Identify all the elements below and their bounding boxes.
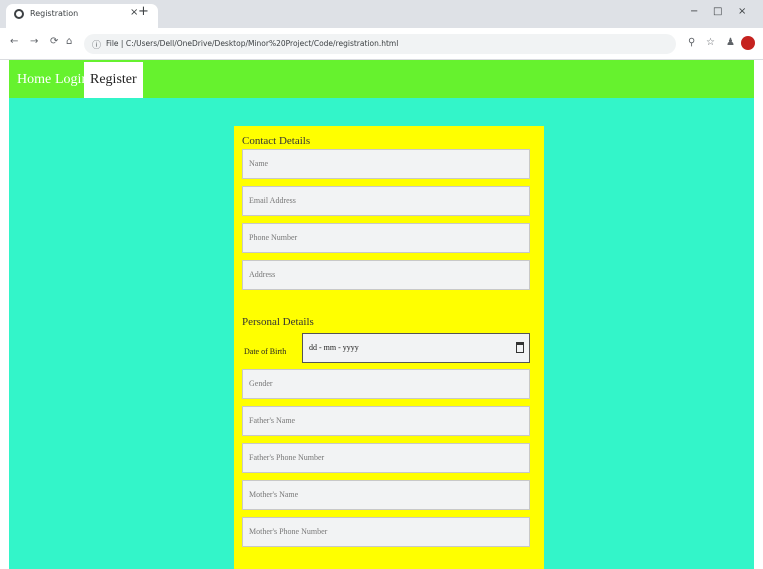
father-name-placeholder: Father's Name (249, 416, 296, 425)
browser-tab[interactable]: Registration × (6, 4, 158, 28)
extensions-icon[interactable]: ♟ (726, 37, 735, 48)
phone-input[interactable]: Phone Number (242, 223, 530, 253)
phone-placeholder: Phone Number (249, 233, 298, 242)
reload-icon[interactable]: ⟳ (50, 36, 58, 47)
page-body: Home Login Register Contact Details Name… (9, 60, 754, 569)
profile-avatar[interactable] (741, 36, 755, 50)
close-window-button[interactable]: × (738, 6, 746, 17)
address-placeholder: Address (249, 270, 276, 279)
url-text: File | C:/Users/Dell/OneDrive/Desktop/Mi… (106, 39, 399, 48)
dob-placeholder: dd - mm - yyyy (309, 343, 359, 352)
browser-toolbar: ← → ⟳ ⌂ ⓘ File | C:/Users/Dell/OneDrive/… (0, 28, 763, 60)
forward-arrow-icon[interactable]: → (30, 36, 38, 47)
email-placeholder: Email Address (249, 196, 296, 205)
page-viewport: Home Login Register Contact Details Name… (0, 60, 763, 569)
father-name-input[interactable]: Father's Name (242, 406, 530, 436)
file-info-icon: ⓘ (92, 41, 102, 51)
father-phone-input[interactable]: Father's Phone Number (242, 443, 530, 473)
nav-home-link[interactable]: Home (17, 72, 51, 88)
name-placeholder: Name (249, 159, 269, 168)
calendar-icon[interactable] (516, 342, 524, 353)
browser-tabstrip: Registration × + − □ × (0, 0, 763, 28)
new-tab-button[interactable]: + (138, 5, 149, 19)
mother-phone-input[interactable]: Mother's Phone Number (242, 517, 530, 547)
email-input[interactable]: Email Address (242, 186, 530, 216)
home-icon[interactable]: ⌂ (66, 36, 72, 47)
mother-name-placeholder: Mother's Name (249, 490, 299, 499)
minimize-button[interactable]: − (690, 6, 698, 17)
mother-name-input[interactable]: Mother's Name (242, 480, 530, 510)
mother-phone-placeholder: Mother's Phone Number (249, 527, 328, 536)
nav-register-link[interactable]: Register (84, 62, 143, 98)
address-input[interactable]: Address (242, 260, 530, 290)
gender-placeholder: Gender (249, 379, 273, 388)
back-arrow-icon[interactable]: ← (10, 36, 18, 47)
site-navbar: Home Login Register (9, 60, 754, 98)
bookmark-star-icon[interactable]: ☆ (706, 37, 715, 48)
tab-title: Registration (30, 9, 79, 18)
father-phone-placeholder: Father's Phone Number (249, 453, 325, 462)
address-bar[interactable]: ⓘ File | C:/Users/Dell/OneDrive/Desktop/… (84, 34, 676, 54)
maximize-button[interactable]: □ (713, 6, 722, 17)
globe-icon (14, 9, 24, 19)
personal-details-heading: Personal Details (242, 316, 314, 328)
registration-form: Contact Details Name Email Address Phone… (234, 126, 544, 569)
name-input[interactable]: Name (242, 149, 530, 179)
dob-label: Date of Birth (244, 347, 287, 356)
contact-details-heading: Contact Details (242, 135, 311, 147)
dob-date-input[interactable]: dd - mm - yyyy (302, 333, 530, 363)
gender-input[interactable]: Gender (242, 369, 530, 399)
zoom-icon[interactable]: ⚲ (688, 37, 695, 48)
